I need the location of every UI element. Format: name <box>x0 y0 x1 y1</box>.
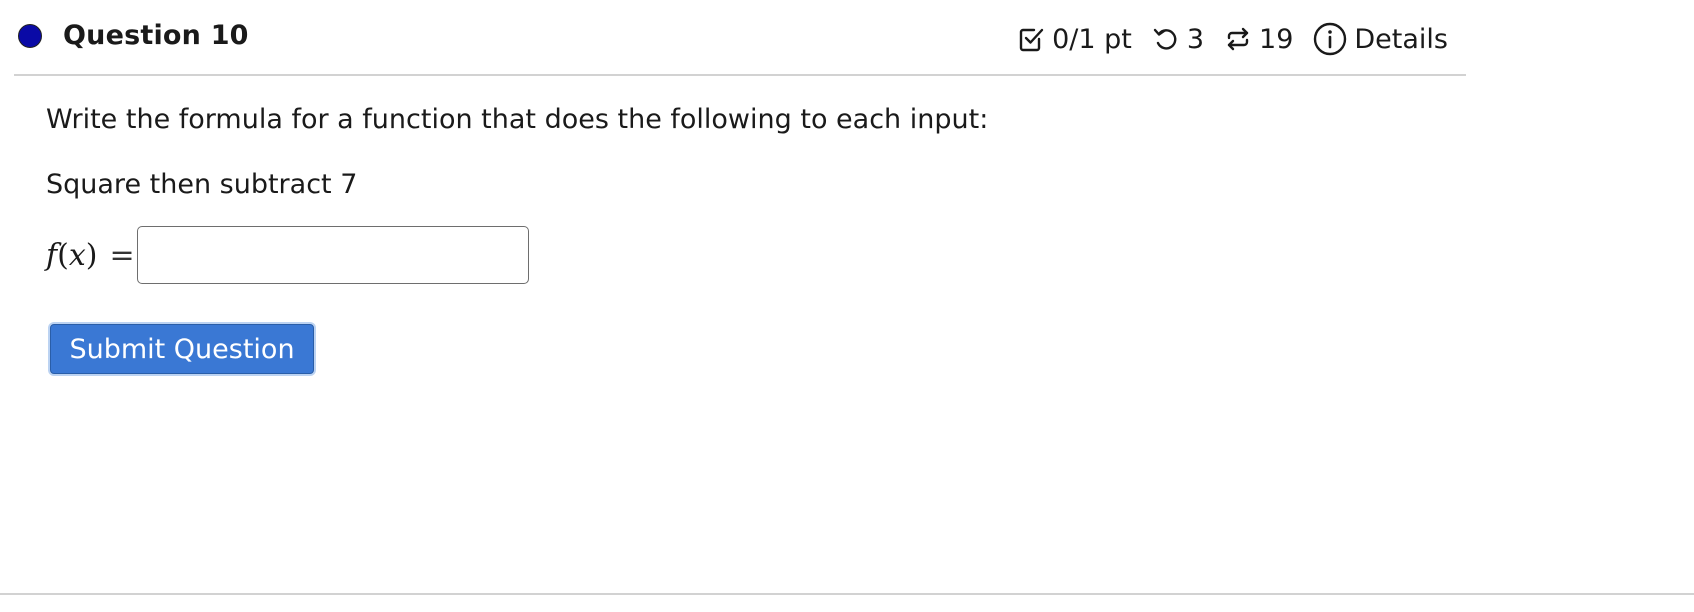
info-circle-icon <box>1313 22 1347 56</box>
question-page: Question 10 0/1 pt 3 19 Details Write th… <box>0 0 1694 612</box>
answer-row: f ( x ) = <box>46 226 988 285</box>
question-body: Write the formula for a function that do… <box>46 102 989 375</box>
score-text: 0/1 pt <box>1052 23 1132 55</box>
question-title: Question 10 <box>63 20 249 51</box>
details-link[interactable]: Details <box>1313 22 1448 56</box>
submit-question-button[interactable]: Submit Question <box>50 324 314 375</box>
equals-sign: = <box>109 237 135 273</box>
status-dot-icon <box>18 24 42 48</box>
function-label: f ( x ) = <box>46 237 135 273</box>
function-name: f <box>46 237 58 273</box>
question-prompt: Write the formula for a function that do… <box>46 104 989 135</box>
attempts-count: 3 <box>1186 23 1205 55</box>
checkbox-check-icon <box>1017 25 1045 53</box>
details-label[interactable]: Details <box>1354 24 1448 55</box>
score-indicator: 0/1 pt <box>1017 24 1132 55</box>
repeat-icon <box>1224 25 1252 53</box>
divider <box>0 593 1694 595</box>
attempts-indicator: 3 <box>1152 24 1204 55</box>
answer-input[interactable] <box>136 226 529 285</box>
versions-indicator: 19 <box>1224 24 1293 55</box>
question-meta: 0/1 pt 3 19 Details <box>1017 22 1448 56</box>
function-variable: x <box>68 237 86 273</box>
versions-count: 19 <box>1259 23 1294 55</box>
retry-icon <box>1152 25 1180 53</box>
question-instruction: Square then subtract 7 <box>46 169 358 201</box>
question-header: Question 10 0/1 pt 3 19 Details <box>14 0 1466 76</box>
